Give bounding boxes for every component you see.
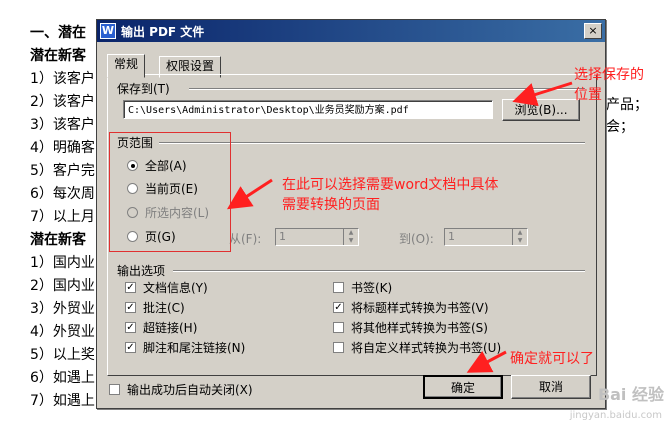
divider bbox=[189, 88, 585, 90]
doc-line: 4）外贸业 bbox=[30, 324, 95, 340]
checkbox-bookmarks-label: 书签(K) bbox=[351, 281, 393, 295]
checkbox-heading-bookmarks-label: 将标题样式转换为书签(V) bbox=[351, 301, 489, 315]
checkbox-other-style-bookmarks-label: 将其他样式转换为书签(S) bbox=[351, 321, 488, 335]
checkbox-auto-close[interactable] bbox=[109, 384, 120, 395]
doc-right-fragment: 产品； bbox=[606, 97, 648, 113]
checkbox-other-style-bookmarks[interactable] bbox=[333, 322, 344, 333]
annotation-confirm-hint: 确定就可以了 bbox=[510, 351, 594, 367]
doc-line: 7）如遇上 bbox=[30, 393, 95, 409]
annotation-save-location-1: 选择保存的 bbox=[574, 67, 644, 83]
save-to-label: 保存到(T) bbox=[117, 82, 170, 96]
doc-line: 1）该客户 bbox=[30, 71, 95, 87]
from-page-value: 1 bbox=[279, 230, 286, 243]
doc-line: 6）如遇上 bbox=[30, 370, 95, 386]
checkbox-hyperlinks-label: 超链接(H) bbox=[143, 321, 198, 335]
checkbox-custom-style-bookmarks[interactable] bbox=[333, 342, 344, 353]
close-button[interactable]: × bbox=[584, 23, 602, 39]
checkbox-bookmarks[interactable] bbox=[333, 282, 344, 293]
checkbox-comments[interactable]: ✓ bbox=[125, 302, 136, 313]
cancel-button[interactable]: 取消 bbox=[511, 375, 591, 399]
title-bar[interactable]: W 输出 PDF 文件 × bbox=[97, 20, 605, 42]
output-options-label: 输出选项 bbox=[117, 264, 166, 278]
doc-right-fragment: 会； bbox=[606, 119, 634, 135]
tab-general[interactable]: 常规 bbox=[107, 54, 146, 78]
chevron-up-icon[interactable]: ▲ bbox=[513, 229, 527, 237]
doc-line: 6）每次周 bbox=[30, 186, 95, 202]
divider bbox=[173, 270, 585, 272]
checkbox-doc-info[interactable]: ✓ bbox=[125, 282, 136, 293]
annotation-page-hint-1: 在此可以选择需要word文档中具体 bbox=[282, 177, 499, 193]
doc-line: 2）该客户 bbox=[30, 94, 95, 110]
chevron-down-icon[interactable]: ▼ bbox=[344, 237, 358, 245]
page-range-highlight-box bbox=[109, 132, 231, 252]
chevron-down-icon[interactable]: ▼ bbox=[513, 237, 527, 245]
doc-line: 2）国内业 bbox=[30, 278, 95, 294]
browse-button[interactable]: 浏览(B)... bbox=[502, 99, 580, 121]
wps-app-icon: W bbox=[100, 23, 116, 39]
to-label: 到(O): bbox=[399, 232, 434, 246]
doc-line: 1）国内业 bbox=[30, 255, 95, 271]
checkbox-heading-bookmarks[interactable]: ✓ bbox=[333, 302, 344, 313]
save-path-input[interactable]: C:\Users\Administrator\Desktop\业务员奖励方案.p… bbox=[123, 100, 493, 119]
checkbox-custom-style-bookmarks-label: 将自定义样式转换为书签(U) bbox=[351, 341, 502, 355]
to-page-value: 1 bbox=[448, 230, 455, 243]
checkbox-hyperlinks[interactable]: ✓ bbox=[125, 322, 136, 333]
doc-line: 3）该客户 bbox=[30, 117, 95, 133]
from-label: 从(F): bbox=[229, 232, 262, 246]
stepper-arrows[interactable]: ▲ ▼ bbox=[343, 229, 358, 245]
doc-line: 5）客户完 bbox=[30, 163, 95, 179]
doc-line: 潜在新客 bbox=[30, 232, 86, 248]
checkbox-doc-info-label: 文档信息(Y) bbox=[143, 281, 208, 295]
chevron-up-icon[interactable]: ▲ bbox=[344, 229, 358, 237]
annotation-page-hint-2: 需要转换的页面 bbox=[282, 197, 380, 213]
checkbox-footnote-links[interactable]: ✓ bbox=[125, 342, 136, 353]
annotation-save-location-2: 位置 bbox=[574, 87, 602, 103]
dialog-title: 输出 PDF 文件 bbox=[121, 25, 205, 39]
doc-line: 4）明确客 bbox=[30, 140, 95, 156]
doc-line: 潜在新客 bbox=[30, 48, 86, 64]
from-page-stepper[interactable]: 1 ▲ ▼ bbox=[275, 228, 359, 246]
ok-button[interactable]: 确定 bbox=[423, 375, 503, 399]
watermark-url: jingyan.baidu.com bbox=[569, 410, 662, 421]
stepper-arrows[interactable]: ▲ ▼ bbox=[512, 229, 527, 245]
checkbox-footnote-links-label: 脚注和尾注链接(N) bbox=[143, 341, 246, 355]
checkbox-comments-label: 批注(C) bbox=[143, 301, 185, 315]
doc-line: 5）以上奖 bbox=[30, 347, 95, 363]
doc-line: 一、潜在 bbox=[30, 25, 86, 41]
to-page-stepper[interactable]: 1 ▲ ▼ bbox=[444, 228, 528, 246]
watermark-logo: Bai 经验 bbox=[597, 385, 664, 404]
doc-line: 7）以上月 bbox=[30, 209, 95, 225]
checkbox-auto-close-label: 输出成功后自动关闭(X) bbox=[127, 383, 253, 397]
doc-line: 3）外贸业 bbox=[30, 301, 95, 317]
